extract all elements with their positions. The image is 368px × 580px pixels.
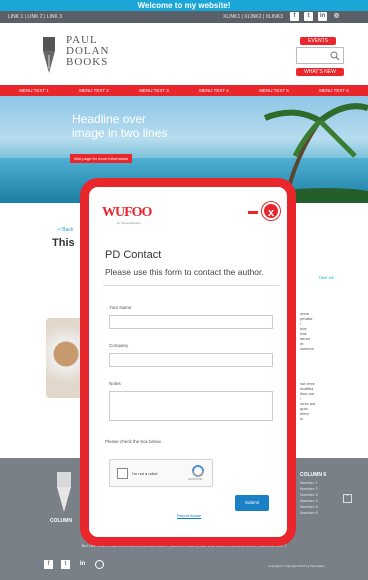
hero-more-info-button[interactable]: Visit page for more information <box>70 154 132 163</box>
facebook-icon[interactable]: f <box>44 560 53 569</box>
linkedin-icon[interactable]: in <box>318 12 327 21</box>
wufoo-subtitle: by SurveyMonkey <box>117 221 141 225</box>
company-field[interactable] <box>109 353 273 367</box>
report-abuse-link[interactable]: Report Abuse <box>177 513 201 518</box>
top-links-bar: LINK 1 | LINK 2 | LINK 3 XLINK1 | XLINK2… <box>0 11 368 23</box>
hero-headline-line-2: image in two lines <box>72 126 168 140</box>
twitter-icon[interactable]: t <box>61 560 70 569</box>
contact-form-modal: WUFOO by SurveyMonkey x PD Contact Pleas… <box>80 178 296 546</box>
recaptcha-brand: reCAPTCHA <box>188 478 203 481</box>
top-links-right[interactable]: XLINK1 | XLINK2 | XLINK3 <box>223 11 283 23</box>
site-header: PAUL DOLAN BOOKS EVENTS WHAT'S NEW <box>0 23 368 85</box>
close-icon[interactable]: x <box>262 202 280 220</box>
divider <box>103 285 281 286</box>
hero-headline: Headline over image in two lines <box>72 112 167 140</box>
form-title: PD Contact <box>105 249 162 261</box>
back-link[interactable]: < Back <box>58 227 73 233</box>
recaptcha-icon <box>192 465 204 477</box>
copyright: Copyright © Copyright 2021 by Paul Dolan <box>268 564 325 568</box>
twitter-icon[interactable]: t <box>304 12 313 21</box>
recaptcha-label: I'm not a robot <box>132 471 158 476</box>
nav-item-5[interactable]: MENU TEXT 5 <box>259 88 289 93</box>
article-side-text-2: sut error molllitia ibus aut! iores aut quia… <box>300 381 316 421</box>
search-input[interactable] <box>296 47 344 64</box>
search-icon[interactable] <box>330 51 340 61</box>
nav-item-2[interactable]: MENU TEXT 2 <box>79 88 109 93</box>
captcha-instruction: Please check the box below. <box>105 439 162 444</box>
recaptcha-checkbox[interactable] <box>117 468 128 479</box>
article-right-link[interactable]: TIME NE <box>318 275 334 280</box>
footer-col2-title: COLUMN 6 <box>300 472 327 478</box>
footer-link[interactable]: Number 6 <box>300 510 326 516</box>
instagram-icon[interactable] <box>95 560 104 569</box>
wufoo-logo: WUFOO <box>102 205 152 220</box>
submit-button[interactable]: Submit <box>235 495 269 511</box>
footer-col1-title: COLUMN <box>50 518 72 524</box>
footer-column-1: COLUMN <box>50 518 72 526</box>
footer-column-6: COLUMN 6 Number 1 Number 2 Number 3 Numb… <box>300 472 326 516</box>
events-button[interactable]: EVENTS <box>300 37 336 45</box>
minimize-button[interactable] <box>248 211 258 214</box>
footer-social-icons: f t in <box>44 560 104 569</box>
nav-item-1[interactable]: MENU TEXT 1 <box>19 88 49 93</box>
logo-line-3: BOOKS <box>66 56 109 68</box>
fountain-pen-icon <box>43 37 55 73</box>
your-name-field[interactable] <box>109 315 273 329</box>
article-title: This <box>52 237 75 249</box>
recaptcha-widget: I'm not a robot reCAPTCHA <box>109 459 213 487</box>
nav-item-4[interactable]: MENU TEXT 4 <box>199 88 229 93</box>
hero-headline-line-1: Headline over <box>72 112 147 126</box>
nav-item-3[interactable]: MENU TEXT 3 <box>139 88 169 93</box>
linkedin-icon[interactable]: in <box>78 560 87 569</box>
article-side-text: orem peratur! nds rtas iarum m ssimum <box>300 311 314 351</box>
notes-field[interactable] <box>109 391 273 421</box>
site-logo[interactable]: PAUL DOLAN BOOKS <box>66 35 110 68</box>
footer-pen-icon <box>57 472 71 512</box>
whats-new-button[interactable]: WHAT'S NEW <box>296 68 344 76</box>
notes-label: Notes <box>109 381 121 386</box>
facebook-icon[interactable]: f <box>290 12 299 21</box>
form-description: Please use this form to contact the auth… <box>105 267 264 277</box>
nav-item-6[interactable]: MENU TEXT 6 <box>319 88 349 93</box>
top-social-icons: f t in ◎ <box>290 12 341 21</box>
main-nav: MENU TEXT 1 MENU TEXT 2 MENU TEXT 3 MENU… <box>0 85 368 96</box>
welcome-banner: Welcome to my website! <box>0 0 368 11</box>
company-label: Company <box>109 343 129 348</box>
your-name-label: Your Name <box>109 305 132 310</box>
top-links-left[interactable]: LINK 1 | LINK 2 | LINK 3 <box>8 11 62 23</box>
instagram-icon[interactable]: ◎ <box>332 12 341 21</box>
scroll-to-top-button[interactable]: ⌃ <box>343 494 352 503</box>
